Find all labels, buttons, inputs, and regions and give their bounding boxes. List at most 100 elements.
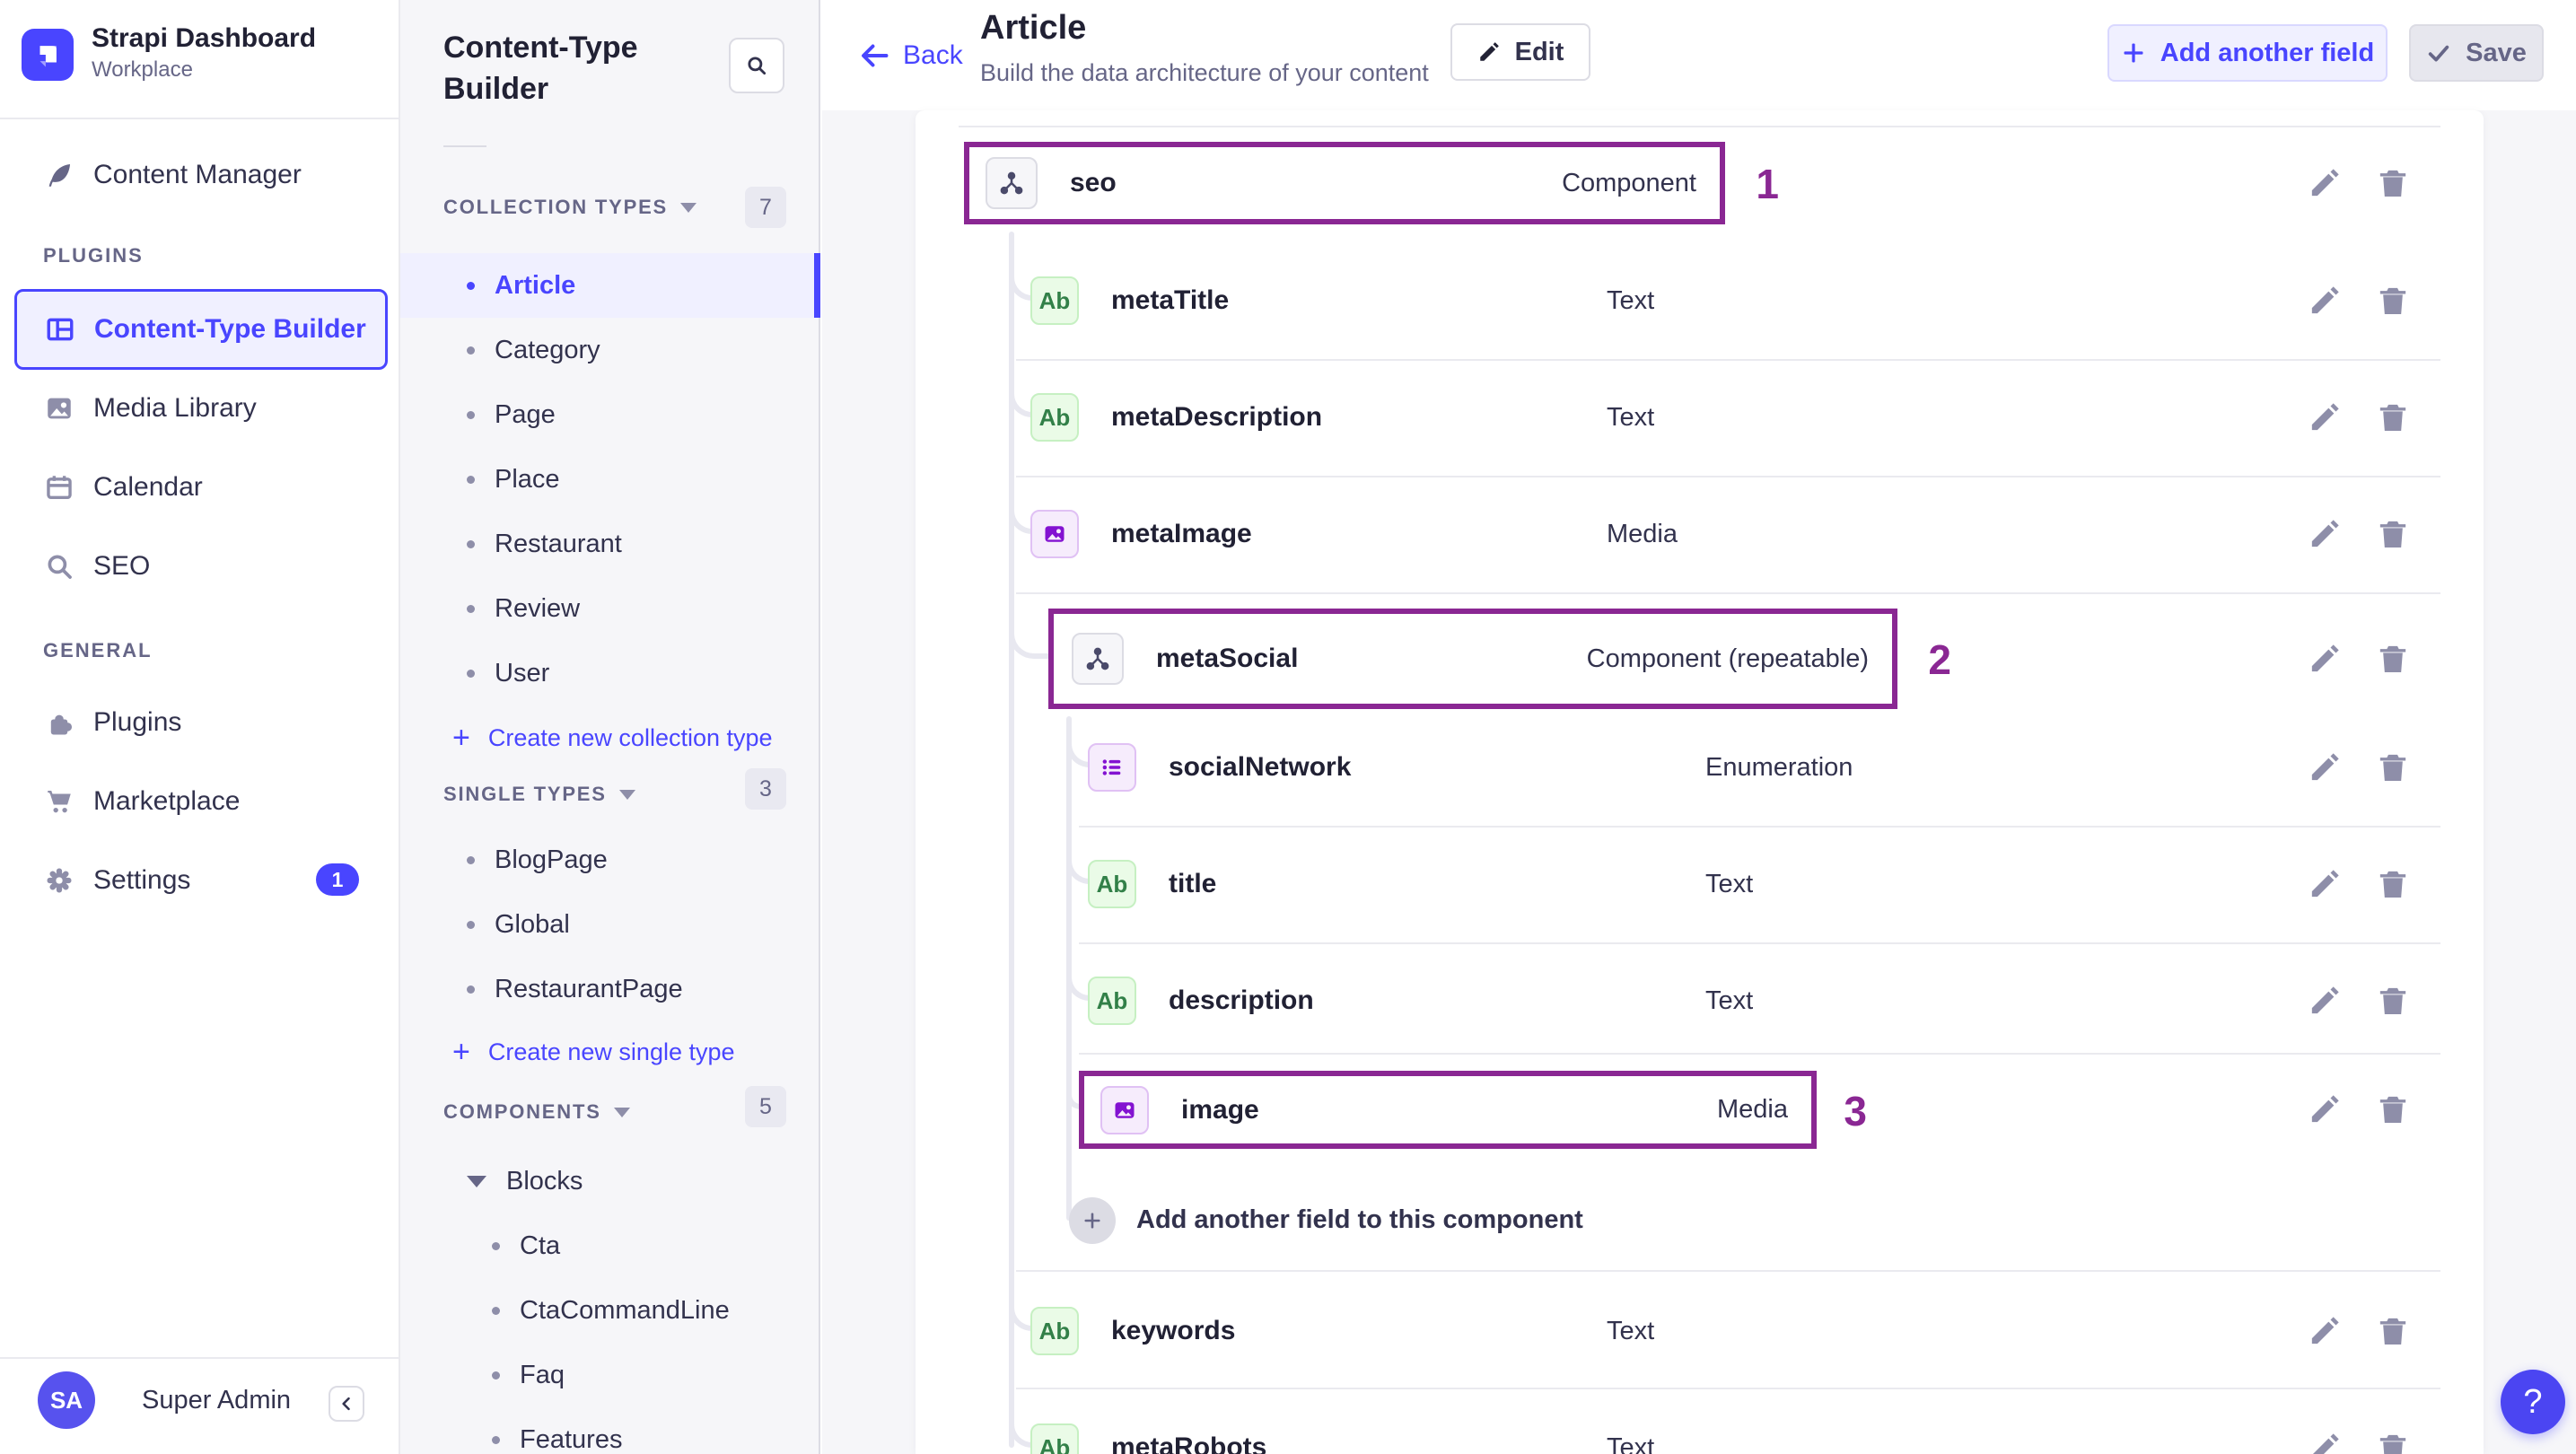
row-actions — [2307, 1430, 2411, 1454]
divider — [1079, 1053, 2440, 1055]
subnav-item-page[interactable]: Page — [400, 382, 820, 447]
sidebar-item-content-manager[interactable]: Content Manager — [0, 144, 400, 206]
delete-trash-icon[interactable] — [2375, 165, 2411, 201]
delete-trash-icon[interactable] — [2375, 749, 2411, 785]
delete-trash-icon[interactable] — [2375, 1430, 2411, 1454]
edit-button[interactable]: Edit — [1450, 23, 1590, 81]
delete-trash-icon[interactable] — [2375, 1091, 2411, 1127]
section-single-types[interactable]: SINGLE TYPES — [443, 783, 635, 806]
sidebar-item-label: Content-Type Builder — [94, 314, 366, 344]
fields-panel: seo Component 1 Ab metaTitle Text Ab met… — [822, 110, 2576, 1454]
pencil-icon — [1479, 42, 1499, 61]
delete-trash-icon[interactable] — [2375, 983, 2411, 1019]
sidebar-item-seo[interactable]: SEO — [0, 535, 400, 598]
sidebar-item-marketplace[interactable]: Marketplace — [0, 770, 400, 833]
subnav-item-place[interactable]: Place — [400, 447, 820, 512]
field-row-title[interactable]: Ab title Text — [916, 837, 2441, 931]
subnav-item-restaurant[interactable]: Restaurant — [400, 512, 820, 576]
field-row-metasocial[interactable]: metaSocial Component (repeatable) 2 — [1048, 609, 1951, 709]
sidebar-collapse-button[interactable] — [329, 1386, 364, 1422]
save-button[interactable]: Save — [2409, 24, 2544, 82]
cart-icon — [43, 785, 75, 818]
main-sidebar: Strapi Dashboard Workplace Content Manag… — [0, 0, 400, 1454]
section-collection-types[interactable]: COLLECTION TYPES — [443, 196, 697, 219]
back-link[interactable]: Back — [858, 39, 963, 72]
edit-pencil-icon[interactable] — [2307, 165, 2343, 201]
text-field-icon: Ab — [1088, 977, 1136, 1025]
field-row-metatitle[interactable]: Ab metaTitle Text — [916, 254, 2441, 347]
edit-pencil-icon[interactable] — [2307, 399, 2343, 435]
sidebar-section-plugins: PLUGINS — [43, 244, 144, 267]
create-single-type-link[interactable]: + Create new single type — [400, 1023, 820, 1081]
edit-pencil-icon[interactable] — [2307, 866, 2343, 902]
subnav-item-global[interactable]: Global — [400, 892, 820, 957]
edit-pencil-icon[interactable] — [2307, 283, 2343, 319]
delete-trash-icon[interactable] — [2375, 283, 2411, 319]
subnav-item-restaurantpage[interactable]: RestaurantPage — [400, 957, 820, 1021]
subnav-item-article[interactable]: Article — [400, 253, 820, 318]
section-components[interactable]: COMPONENTS — [443, 1100, 630, 1124]
edit-pencil-icon[interactable] — [2307, 1430, 2343, 1454]
user-avatar[interactable]: SA — [38, 1371, 95, 1429]
sidebar-item-plugins[interactable]: Plugins — [0, 691, 400, 754]
divider — [1079, 942, 2440, 944]
bullet-icon — [467, 920, 475, 929]
subnav-item-faq[interactable]: Faq — [400, 1343, 820, 1407]
add-field-to-component-button[interactable] — [1069, 1197, 1116, 1244]
active-indicator — [814, 253, 820, 318]
add-field-to-component-label[interactable]: Add another field to this component — [1136, 1205, 1583, 1235]
field-name: keywords — [1111, 1316, 1236, 1345]
divider — [443, 145, 486, 147]
subnav-item-category[interactable]: Category — [400, 318, 820, 382]
edit-pencil-icon[interactable] — [2307, 1313, 2343, 1349]
sidebar-item-label: Plugins — [93, 707, 182, 737]
row-actions — [2307, 641, 2411, 677]
edit-pencil-icon[interactable] — [2307, 983, 2343, 1019]
field-row-metaimage[interactable]: metaImage Media — [916, 487, 2441, 581]
subnav-item-ctacommandline[interactable]: CtaCommandLine — [400, 1278, 820, 1343]
field-row-description[interactable]: Ab description Text — [916, 954, 2441, 1047]
strapi-logo-icon — [22, 29, 74, 81]
annotation-number-3: 3 — [1844, 1088, 1867, 1134]
field-row-metadescription[interactable]: Ab metaDescription Text — [916, 371, 2441, 464]
edit-pencil-icon[interactable] — [2307, 749, 2343, 785]
component-group-blocks[interactable]: Blocks — [400, 1149, 820, 1213]
sidebar-item-label: SEO — [93, 551, 151, 581]
layout-grid-icon — [44, 313, 76, 346]
subnav-item-review[interactable]: Review — [400, 576, 820, 641]
create-collection-type-link[interactable]: + Create new collection type — [400, 709, 820, 766]
field-row-keywords[interactable]: Ab keywords Text — [916, 1284, 2441, 1378]
sidebar-item-calendar[interactable]: Calendar — [0, 456, 400, 519]
text-field-icon: Ab — [1030, 1307, 1079, 1355]
search-button[interactable] — [729, 38, 784, 93]
delete-trash-icon[interactable] — [2375, 516, 2411, 552]
field-row-seo[interactable]: seo Component 1 — [964, 142, 1779, 224]
field-name: metaSocial — [1156, 644, 1299, 673]
field-row-metarobots[interactable]: Ab metaRobots Text — [916, 1401, 2441, 1454]
edit-pencil-icon[interactable] — [2307, 1091, 2343, 1127]
field-row-image[interactable]: image Media 3 — [1079, 1071, 1867, 1149]
add-another-field-button[interactable]: Add another field — [2107, 24, 2388, 82]
user-name: Super Admin — [142, 1386, 292, 1415]
divider — [1016, 1270, 2440, 1272]
delete-trash-icon[interactable] — [2375, 641, 2411, 677]
page-header: Back Article Build the data architecture… — [822, 0, 2576, 110]
sidebar-item-media-library[interactable]: Media Library — [0, 377, 400, 440]
subnav-item-cta[interactable]: Cta — [400, 1213, 820, 1278]
help-button[interactable]: ? — [2501, 1370, 2565, 1434]
subnav-item-user[interactable]: User — [400, 641, 820, 705]
subnav-item-features[interactable]: Features — [400, 1407, 820, 1454]
delete-trash-icon[interactable] — [2375, 1313, 2411, 1349]
field-row-socialnetwork[interactable]: socialNetwork Enumeration — [916, 721, 2441, 814]
edit-pencil-icon[interactable] — [2307, 641, 2343, 677]
annotation-number-2: 2 — [1928, 636, 1951, 683]
field-name: title — [1169, 869, 1217, 898]
gear-icon — [43, 864, 75, 897]
check-icon — [2428, 45, 2449, 62]
delete-trash-icon[interactable] — [2375, 399, 2411, 435]
edit-pencil-icon[interactable] — [2307, 516, 2343, 552]
delete-trash-icon[interactable] — [2375, 866, 2411, 902]
subnav-item-blogpage[interactable]: BlogPage — [400, 828, 820, 892]
sidebar-item-content-type-builder[interactable]: Content-Type Builder — [14, 289, 388, 370]
bullet-icon — [467, 604, 475, 613]
